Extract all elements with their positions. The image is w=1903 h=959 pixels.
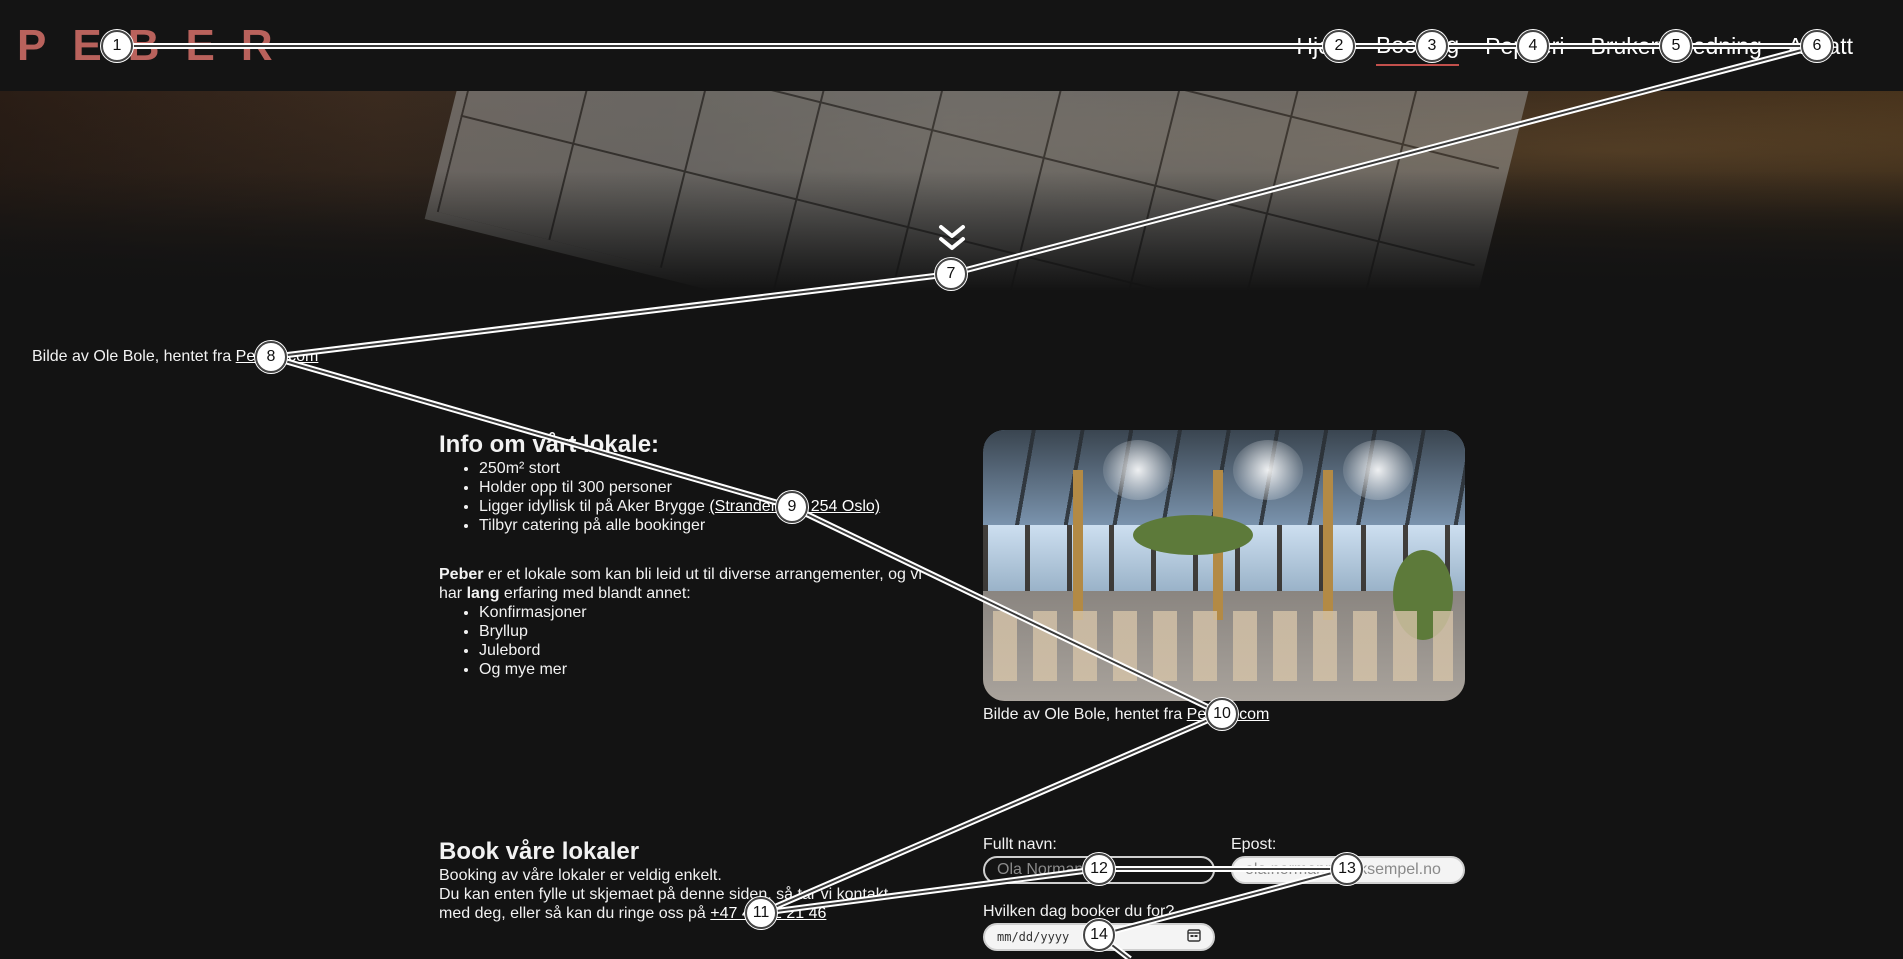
annotation-marker: 12	[1083, 853, 1115, 885]
date-placeholder: mm/dd/yyyy	[997, 930, 1070, 944]
annotation-marker: 11	[745, 897, 777, 929]
name-label: Fullt navn:	[983, 836, 1057, 853]
venue-description: Peber er et lokale som kan bli leid ut t…	[439, 565, 929, 603]
info-title: Info om vårt lokale:	[439, 431, 660, 458]
list-item: Og mye mer	[479, 660, 929, 679]
booking-intro: Booking av våre lokaler er veldig enkelt…	[439, 866, 899, 923]
desc-text: erfaring med blandt annet:	[499, 585, 691, 602]
list-item: Konfirmasjoner	[479, 603, 929, 622]
booking-section: Book våre lokaler Booking av våre lokale…	[439, 838, 899, 923]
email-label: Epost:	[1231, 836, 1277, 853]
date-label: Hvilken dag booker du for?	[983, 903, 1175, 920]
annotation-marker: 9	[776, 491, 808, 523]
list-item: Julebord	[479, 641, 929, 660]
annotation-marker: 4	[1517, 30, 1549, 62]
list-item: 250m² stort	[479, 459, 929, 478]
main-nav: Hjem Booking Pepperi Brukerveiledning An…	[1296, 30, 1853, 66]
brand-name: Peber	[439, 566, 484, 583]
annotation-marker: 14	[1083, 919, 1115, 951]
venue-photo	[983, 430, 1465, 701]
venue-info: Info om vårt lokale: 250m² stort Holder …	[439, 431, 929, 679]
annotation-marker: 10	[1206, 698, 1238, 730]
events-list: Konfirmasjoner Bryllup Julebord Og mye m…	[479, 603, 929, 679]
list-item-text: Ligger idyllisk til på Aker Brygge	[479, 498, 710, 515]
credit-text: Bilde av Ole Bole, hentet fra	[32, 348, 236, 365]
annotation-marker: 13	[1331, 853, 1363, 885]
calendar-icon[interactable]	[1187, 928, 1201, 947]
list-item: Bryllup	[479, 622, 929, 641]
booking-line: Booking av våre lokaler er veldig enkelt…	[439, 867, 722, 884]
emphasis: lang	[466, 585, 500, 602]
booking-title: Book våre lokaler	[439, 838, 640, 865]
annotation-marker: 2	[1323, 30, 1355, 62]
site-header: PEBER Hjem Booking Pepperi Brukerveiledn…	[0, 0, 1903, 91]
double-chevron-down-icon[interactable]	[937, 224, 967, 252]
annotation-marker: 1	[101, 30, 133, 62]
credit-text: Bilde av Ole Bole, hentet fra	[983, 706, 1187, 723]
list-item: Tilbyr catering på alle bookinger	[479, 516, 929, 535]
annotation-marker: 7	[935, 258, 967, 290]
annotation-marker: 6	[1801, 30, 1833, 62]
annotation-marker: 5	[1660, 30, 1692, 62]
annotation-marker: 8	[255, 341, 287, 373]
facts-list: 250m² stort Holder opp til 300 personer …	[479, 459, 929, 535]
booking-line: Du kan enten fylle ut skjemaet på denne …	[439, 885, 899, 923]
site-logo[interactable]: PEBER	[17, 22, 299, 70]
list-item: Holder opp til 300 personer	[479, 478, 929, 497]
annotation-marker: 3	[1416, 30, 1448, 62]
list-item: Ligger idyllisk til på Aker Brygge (Stra…	[479, 497, 929, 516]
